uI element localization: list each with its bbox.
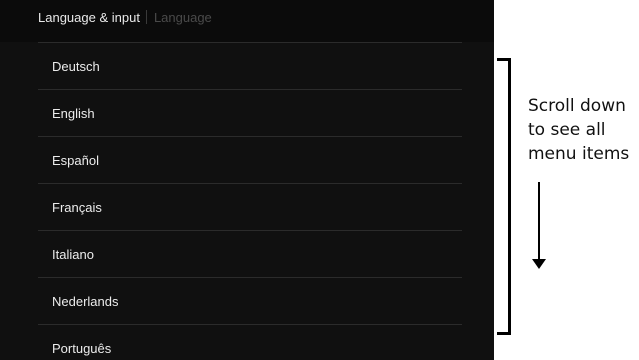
language-item[interactable]: Deutsch [38,42,462,89]
scroll-region-bracket [497,58,511,335]
language-label: Português [52,340,112,356]
android-settings-screen: Language & input Language Deutsch English… [0,0,494,360]
breadcrumb-parent[interactable]: Language & input [38,10,140,25]
language-label: Deutsch [52,58,100,74]
language-label: Español [52,152,99,168]
language-label: Nederlands [52,293,119,309]
breadcrumb: Language & input Language [38,10,212,25]
language-label: Français [52,199,102,215]
language-item[interactable]: Português [38,324,462,360]
language-item[interactable]: Italiano [38,230,462,277]
language-item[interactable]: Français [38,183,462,230]
arrow-shaft [538,182,540,260]
breadcrumb-divider [145,10,147,24]
language-item[interactable]: English [38,89,462,136]
note-line: to see all [528,120,606,140]
language-list[interactable]: Deutsch English Español Français Italian… [38,42,462,360]
note-line: menu items [528,144,630,164]
language-label: Italiano [52,246,94,262]
action-bar: Language & input Language [0,0,494,42]
language-item[interactable]: Español [38,136,462,183]
language-label: English [52,105,95,121]
scroll-instruction-note: Scroll down to see all menu items [528,94,639,166]
note-line: Scroll down [528,96,626,116]
arrow-head [532,259,546,269]
language-item[interactable]: Nederlands [38,277,462,324]
breadcrumb-current: Language [153,10,212,25]
